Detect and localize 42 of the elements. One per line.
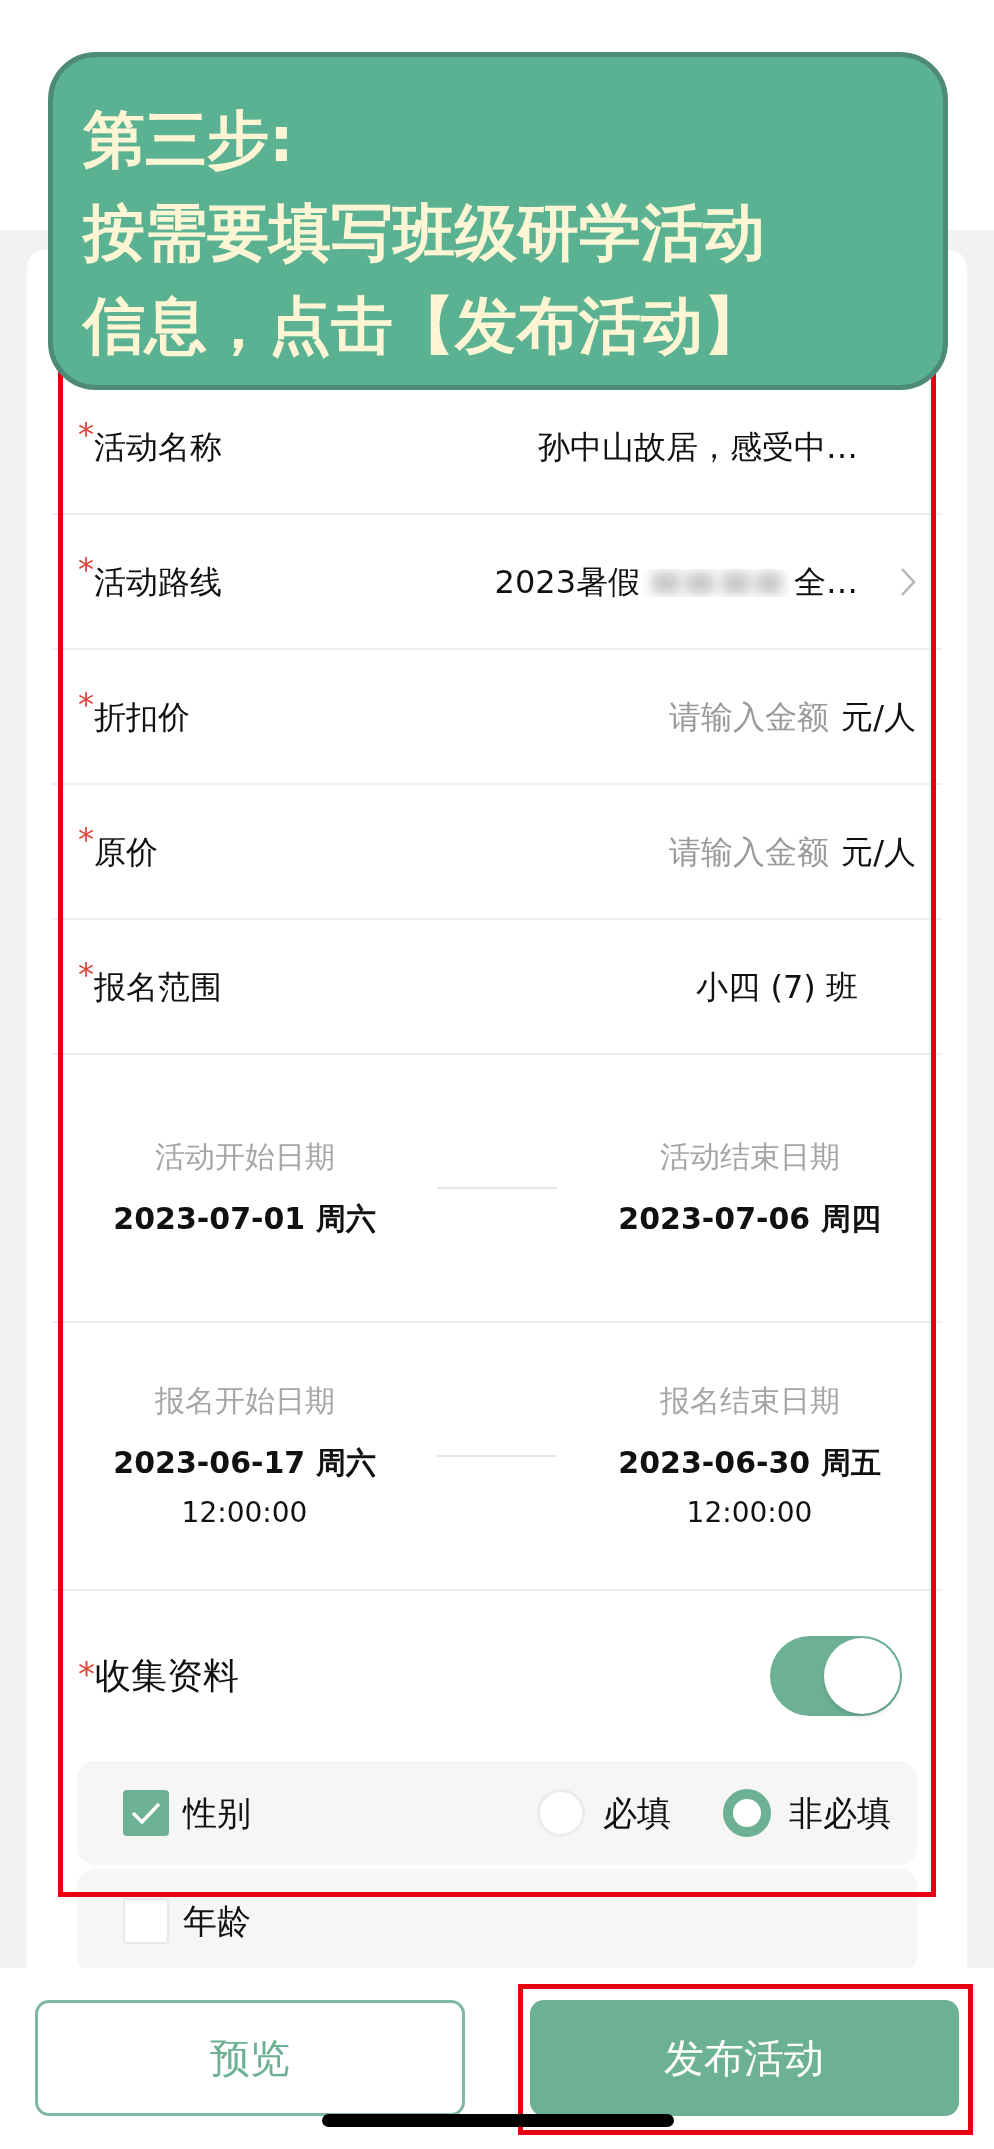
field-label: 收集资料 [95,1654,239,1698]
date-value[interactable]: 2023-07-01 周六 [113,1199,376,1239]
unit-label: 元/人 [841,831,916,873]
checkbox[interactable] [123,1898,169,1944]
time-value[interactable]: 12:00:00 [686,1495,813,1531]
field-label: 原价 [94,831,158,873]
radio-label: 必填 [603,1791,671,1835]
date-value[interactable]: 2023-06-30 周五 [618,1443,881,1483]
checkmark-icon [130,1800,162,1826]
required-mark: * [78,418,94,450]
field-value[interactable]: 全… [794,557,858,606]
required-mark: * [78,823,94,855]
option-label: 性别 [183,1791,251,1835]
field-value[interactable]: 2023暑假 [494,557,640,606]
date-value[interactable]: 2023-06-17 周六 [113,1443,376,1483]
option-label: 年龄 [183,1899,251,1943]
field-value[interactable]: 小四 (7) 班 [696,962,858,1011]
field-label: 活动路线 [94,561,222,603]
date-label: 报名结束日期 [659,1382,840,1420]
checkbox[interactable] [123,1790,169,1836]
field-label: 报名范围 [94,966,222,1008]
tooltip-text: 第三步: [83,102,295,178]
required-mark: * [78,553,94,585]
field-label: 折扣价 [94,696,190,738]
time-value[interactable]: 12:00:00 [181,1495,308,1531]
date-label: 活动结束日期 [659,1138,840,1176]
required-mark: * [78,958,94,990]
required-mark: * [78,688,94,720]
field-value[interactable]: 孙中山故居，感受中… [538,422,858,471]
date-value[interactable]: 2023-07-06 周四 [618,1199,881,1239]
radio-button[interactable] [723,1789,771,1837]
chevron-right-icon [900,566,916,597]
tooltip-text: 信息，点击【发布活动】 [83,288,766,364]
unit-label: 元/人 [841,696,916,738]
date-label: 活动开始日期 [154,1138,335,1176]
tooltip-text: 按需要填写班级研学活动 [83,195,766,271]
radio-label: 非必填 [789,1791,891,1835]
amount-field[interactable]: 请输入金额 [639,827,830,876]
field-label: 活动名称 [94,426,222,468]
date-label: 报名开始日期 [154,1382,335,1420]
required-mark: * [78,1657,95,1691]
amount-field[interactable]: 请输入金额 [639,692,830,741]
